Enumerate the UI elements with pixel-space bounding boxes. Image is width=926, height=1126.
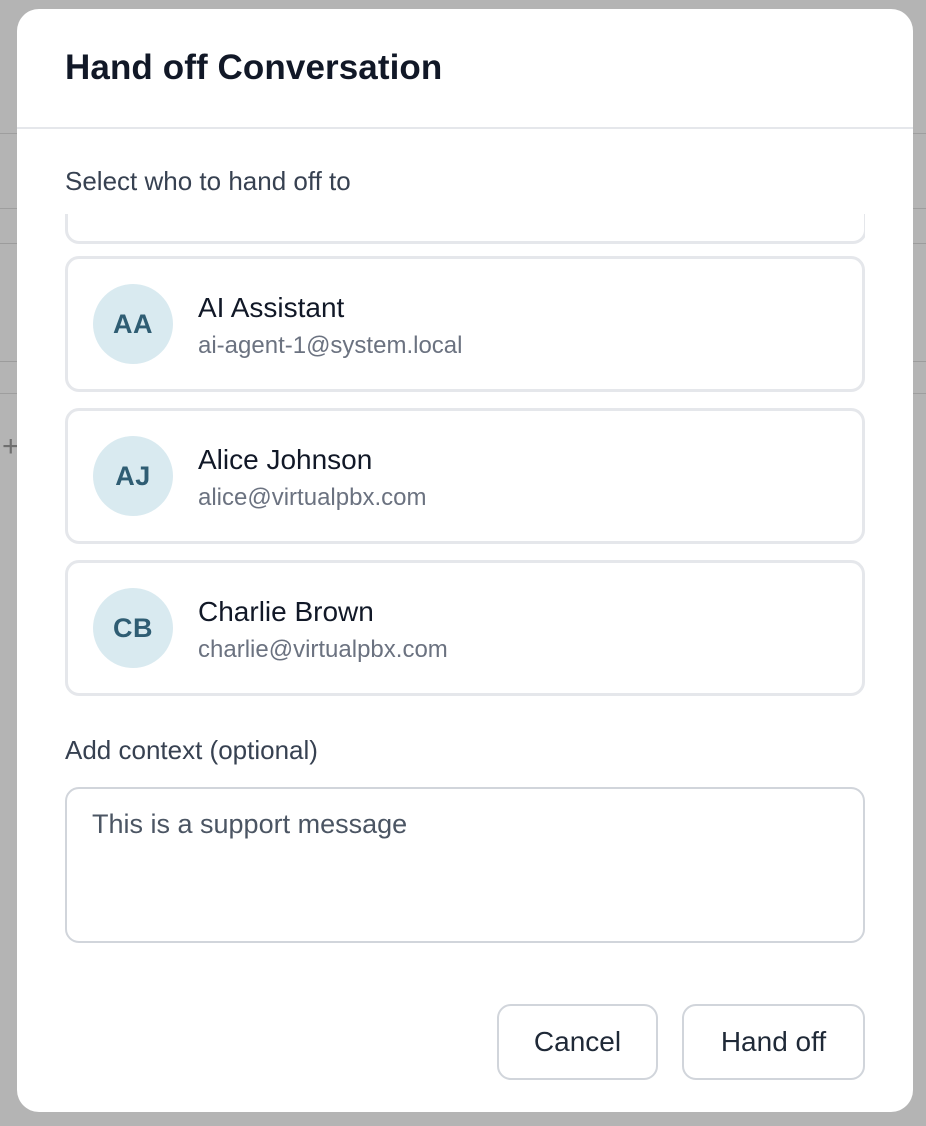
- dialog-title: Hand off Conversation: [65, 48, 443, 87]
- recipient-card-partial[interactable]: [65, 214, 865, 244]
- recipient-name: AI Assistant: [198, 292, 345, 323]
- avatar: AA: [93, 284, 173, 364]
- cancel-button[interactable]: Cancel: [497, 1004, 658, 1080]
- recipient-email: charlie@virtualpbx.com: [198, 636, 448, 663]
- recipient-list[interactable]: AA AI Assistant ai-agent-1@system.local …: [65, 214, 865, 696]
- context-textarea[interactable]: [65, 787, 865, 943]
- avatar: AJ: [93, 436, 173, 516]
- avatar: CB: [93, 588, 173, 668]
- context-label: Add context (optional): [65, 735, 318, 765]
- dialog-header: Hand off Conversation: [17, 9, 913, 129]
- recipient-email: ai-agent-1@system.local: [198, 332, 463, 359]
- handoff-dialog: Hand off Conversation Select who to hand…: [17, 9, 913, 1112]
- recipient-card-charlie-brown[interactable]: CB Charlie Brown charlie@virtualpbx.com: [65, 560, 865, 696]
- hand-off-button[interactable]: Hand off: [682, 1004, 865, 1080]
- recipient-card-ai-assistant[interactable]: AA AI Assistant ai-agent-1@system.local: [65, 256, 865, 392]
- recipient-email: alice@virtualpbx.com: [198, 484, 427, 511]
- recipient-card-alice-johnson[interactable]: AJ Alice Johnson alice@virtualpbx.com: [65, 408, 865, 544]
- recipient-name: Alice Johnson: [198, 444, 373, 475]
- recipient-name: Charlie Brown: [198, 596, 374, 627]
- select-recipient-label: Select who to hand off to: [65, 166, 351, 196]
